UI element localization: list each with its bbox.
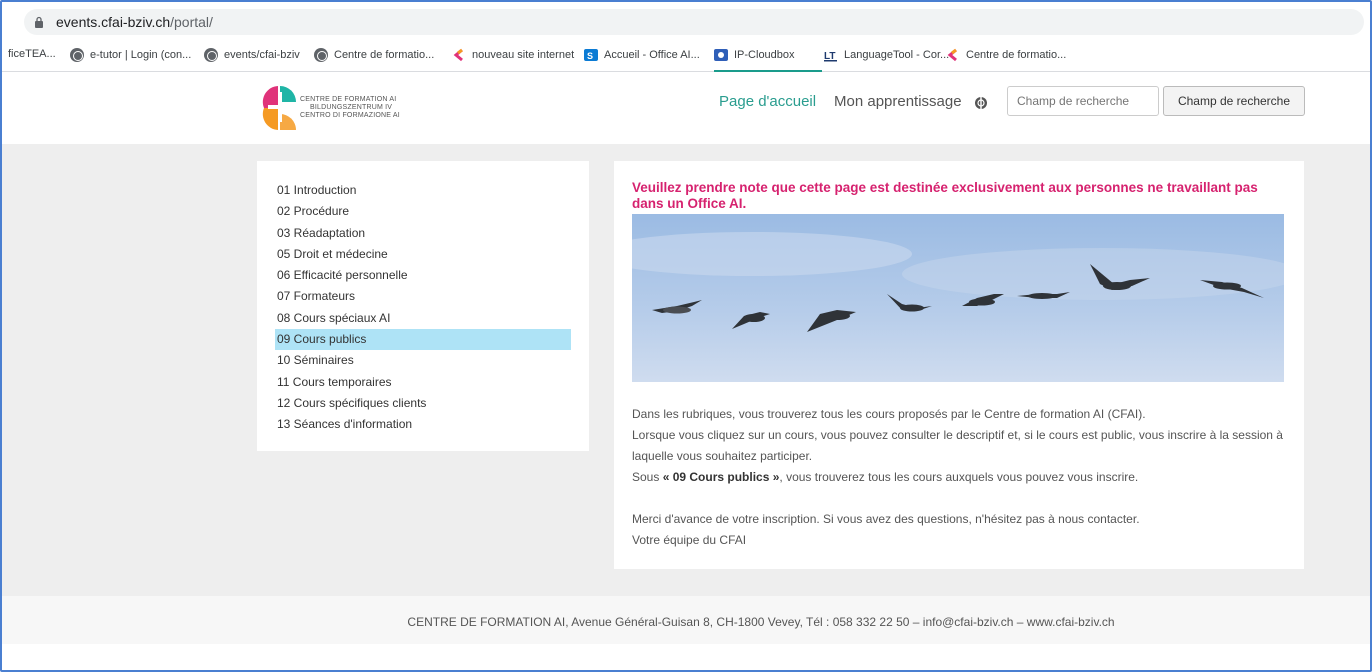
- sidebar-item-cours-speciaux[interactable]: 08 Cours spéciaux AI: [275, 308, 571, 329]
- text-fragment: , vous trouverez tous les cours auxquels…: [779, 470, 1139, 484]
- bookmark-item[interactable]: LT LanguageTool - Cor...: [824, 48, 949, 62]
- bookmark-label: Accueil - Office AI...: [604, 49, 700, 61]
- sidebar-item-label: 13 Séances d'information: [277, 417, 413, 432]
- sidebar-item-label: 10 Séminaires: [277, 353, 354, 368]
- globe-icon: [314, 48, 328, 62]
- sidebar-item-seminaires[interactable]: 10 Séminaires: [275, 350, 571, 371]
- sharepoint-icon: S: [584, 49, 598, 61]
- logo-line: CENTRO DI FORMAZIONE AI: [300, 112, 400, 119]
- bookmark-item[interactable]: S Accueil - Office AI...: [584, 48, 700, 62]
- sidebar-item-procedure[interactable]: 02 Procédure: [275, 201, 571, 222]
- bookmark-item[interactable]: ficeTEA...: [8, 48, 56, 60]
- signature: Votre équipe du CFAI: [632, 533, 747, 547]
- content-panel: Veuillez prendre note que cette page est…: [614, 161, 1304, 569]
- sidebar-item-cours-temporaires[interactable]: 11 Cours temporaires: [275, 372, 571, 393]
- bookmark-label: Centre de formatio...: [966, 49, 1067, 61]
- sidebar-item-label: 02 Procédure: [277, 204, 350, 219]
- bookmark-label: Centre de formatio...: [334, 49, 435, 61]
- url-text: events.cfai-bziv.ch/portal/: [56, 14, 213, 30]
- cfai-logo-icon: [262, 86, 296, 130]
- notice-heading: Veuillez prendre note que cette page est…: [632, 180, 1258, 211]
- bookmark-label: LanguageTool - Cor...: [844, 49, 950, 61]
- lock-icon: [35, 16, 43, 28]
- bookmark-item[interactable]: nouveau site internet: [452, 48, 574, 62]
- sidebar-item-formateurs[interactable]: 07 Formateurs: [275, 286, 571, 307]
- bookmark-item[interactable]: e-tutor | Login (con...: [70, 48, 191, 62]
- footer-contact-text: CENTRE DE FORMATION AI, Avenue Général-G…: [407, 615, 1115, 629]
- sidebar-item-label: 11 Cours temporaires: [277, 374, 392, 389]
- intro-paragraph: Dans les rubriques, vous trouverez tous …: [632, 407, 1146, 421]
- sidebar-item-readaptation[interactable]: 03 Réadaptation: [275, 223, 571, 244]
- sidebar-item-efficacite[interactable]: 06 Efficacité personnelle: [275, 265, 571, 286]
- cours-publics-reference: « 09 Cours publics »: [662, 470, 780, 484]
- nav-my-learning-link[interactable]: Mon apprentissage: [834, 93, 962, 110]
- sidebar-item-label: 06 Efficacité personnelle: [277, 268, 408, 283]
- address-bar: events.cfai-bziv.ch/portal/: [2, 2, 1370, 42]
- search-input[interactable]: [1007, 86, 1159, 116]
- main-area: 01 Introduction 02 Procédure 03 Réadapta…: [2, 144, 1370, 596]
- search-button[interactable]: Champ de recherche: [1163, 86, 1305, 116]
- bookmark-label: ficeTEA...: [8, 48, 56, 60]
- site-footer: CENTRE DE FORMATION AI, Avenue Général-G…: [2, 596, 1370, 644]
- sidebar-item-seances-information[interactable]: 13 Séances d'information: [275, 414, 571, 435]
- bookmark-item[interactable]: Centre de formatio...: [946, 48, 1066, 62]
- bookmark-label: nouveau site internet: [472, 49, 575, 61]
- bookmark-label: e-tutor | Login (con...: [90, 49, 192, 61]
- languagetool-icon: LT: [824, 51, 837, 62]
- bookmarks-bar: ficeTEA... e-tutor | Login (con... event…: [2, 42, 1370, 73]
- sidebar-item-label: 03 Réadaptation: [277, 225, 366, 240]
- nav-home-link[interactable]: Page d'accueil: [719, 93, 816, 110]
- bookmark-item[interactable]: events/cfai-bziv: [204, 48, 300, 62]
- site-header: CENTRE DE FORMATION AI BILDUNGSZENTRUM I…: [2, 72, 1370, 144]
- svg-text:S: S: [587, 51, 593, 61]
- cloudbox-icon: [714, 49, 728, 61]
- sidebar-item-label: 08 Cours spéciaux AI: [277, 310, 391, 325]
- language-globe-icon[interactable]: [974, 96, 988, 110]
- brand-c-icon: [453, 48, 463, 62]
- course-category-sidebar: 01 Introduction 02 Procédure 03 Réadapta…: [257, 161, 589, 451]
- sidebar-item-droit-medecine[interactable]: 05 Droit et médecine: [275, 244, 571, 265]
- text-fragment: Sous: [632, 470, 663, 484]
- globe-icon: [70, 48, 84, 62]
- sidebar-item-label: 01 Introduction: [277, 183, 357, 197]
- sidebar-item-cours-publics[interactable]: 09 Cours publics: [275, 329, 571, 351]
- sidebar-item-label: 09 Cours publics: [277, 332, 367, 347]
- intro-paragraph: Sous « 09 Cours publics », vous trouvere…: [632, 467, 1292, 488]
- sidebar-item-label: 07 Formateurs: [277, 289, 356, 304]
- url-path: /portal/: [170, 14, 213, 30]
- bookmark-label: events/cfai-bziv: [224, 49, 300, 61]
- logo-text: CENTRE DE FORMATION AI BILDUNGSZENTRUM I…: [300, 96, 400, 120]
- sidebar-item-introduction[interactable]: 01 Introduction: [275, 180, 571, 201]
- logo-line: CENTRE DE FORMATION AI: [300, 96, 397, 103]
- category-list: 01 Introduction 02 Procédure 03 Réadapta…: [275, 180, 571, 436]
- bookmark-item[interactable]: Centre de formatio...: [314, 48, 434, 62]
- sidebar-item-label: 05 Droit et médecine: [277, 246, 388, 261]
- brand-c-icon: [947, 48, 957, 62]
- thanks-paragraph: Merci d'avance de votre inscription. Si …: [632, 512, 1140, 526]
- sidebar-item-cours-clients[interactable]: 12 Cours spécifiques clients: [275, 393, 571, 414]
- intro-text: Dans les rubriques, vous trouverez tous …: [632, 404, 1292, 551]
- geese-hero-image: [632, 214, 1284, 382]
- globe-icon: [204, 48, 218, 62]
- url-host: events.cfai-bziv.ch: [56, 14, 171, 30]
- site-logo[interactable]: CENTRE DE FORMATION AI BILDUNGSZENTRUM I…: [258, 82, 428, 134]
- url-field[interactable]: events.cfai-bziv.ch/portal/: [24, 9, 1364, 35]
- sidebar-item-label: 12 Cours spécifiques clients: [277, 395, 427, 410]
- logo-line: BILDUNGSZENTRUM IV: [310, 104, 393, 111]
- intro-paragraph: Lorsque vous cliquez sur un cours, vous …: [632, 428, 1283, 463]
- bookmark-item-active[interactable]: IP-Cloudbox: [714, 48, 795, 62]
- bookmark-label: IP-Cloudbox: [734, 49, 795, 61]
